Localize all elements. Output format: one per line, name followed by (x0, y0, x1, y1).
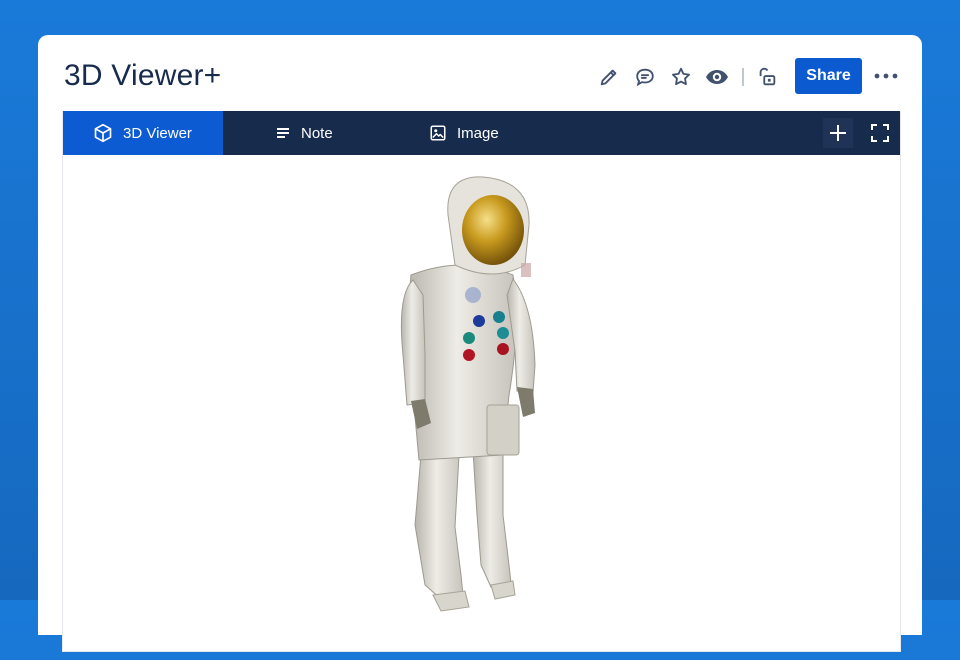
pencil-icon[interactable] (596, 64, 622, 90)
tab-label: 3D Viewer (123, 124, 192, 142)
share-button[interactable]: Share (795, 58, 862, 94)
plus-icon[interactable] (823, 118, 853, 148)
viewer-tabbar: 3D Viewer Note Image (63, 111, 900, 155)
comment-icon[interactable] (632, 64, 658, 90)
cube-icon (93, 123, 113, 143)
star-icon[interactable] (668, 64, 694, 90)
astronaut-model[interactable] (63, 155, 900, 655)
actions-divider (742, 68, 744, 86)
fullscreen-icon[interactable] (865, 118, 895, 148)
viewer-panel: 3D Viewer Note Image (62, 111, 901, 652)
tab-image[interactable]: Image (429, 111, 499, 155)
model-stage[interactable] (63, 155, 900, 655)
tab-label: Image (457, 124, 499, 142)
lines-icon (275, 125, 291, 141)
more-icon[interactable] (873, 63, 899, 89)
image-icon (429, 124, 447, 142)
unlock-icon[interactable] (754, 64, 780, 90)
tab-label: Note (301, 124, 333, 142)
page-card: 3D Viewer+ Share 3D Viewer Note Image (38, 35, 922, 652)
tab-note[interactable]: Note (275, 111, 333, 155)
tab-3d-viewer[interactable]: 3D Viewer (63, 111, 223, 155)
eye-icon[interactable] (704, 64, 730, 90)
header-actions (38, 57, 922, 97)
